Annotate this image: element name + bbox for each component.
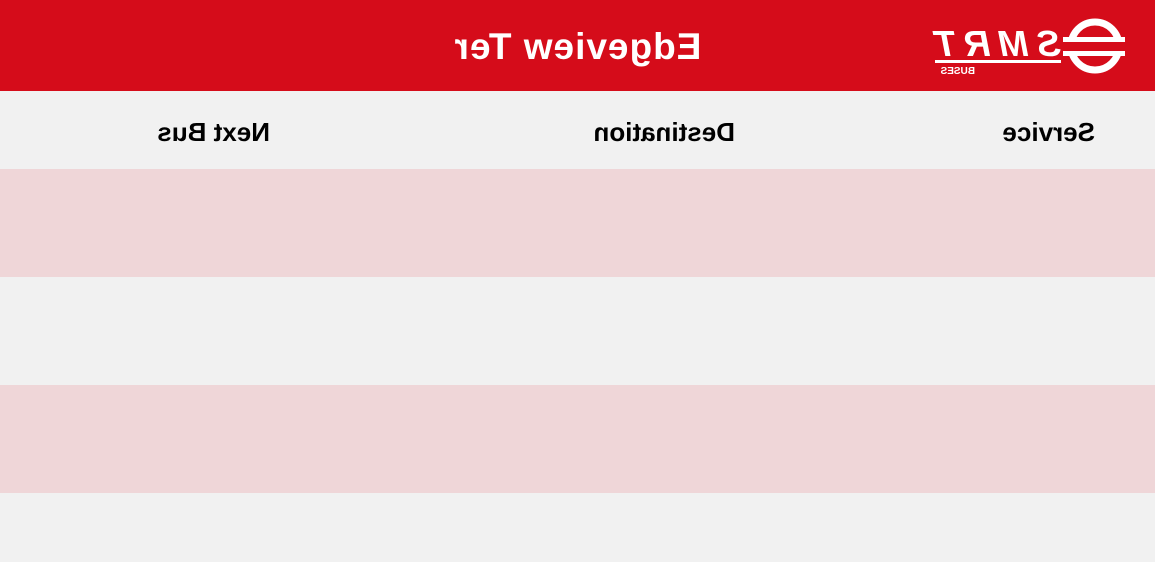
column-next-bus: Next Bus — [157, 117, 270, 147]
column-header-row: Service Destination Next Bus — [0, 91, 1155, 169]
header-bar: SMRT BUSES Edgeview Ter — [0, 0, 1155, 91]
bus-arrival-board: SMRT BUSES Edgeview Ter Service Destinat… — [0, 0, 1155, 562]
column-destination: Destination — [593, 117, 735, 147]
table-row — [0, 385, 1155, 493]
column-service: Service — [1002, 117, 1095, 147]
table-row — [0, 493, 1155, 562]
table-row — [0, 169, 1155, 277]
stop-name-title: Edgeview Ter — [453, 26, 702, 67]
table-row — [0, 277, 1155, 385]
